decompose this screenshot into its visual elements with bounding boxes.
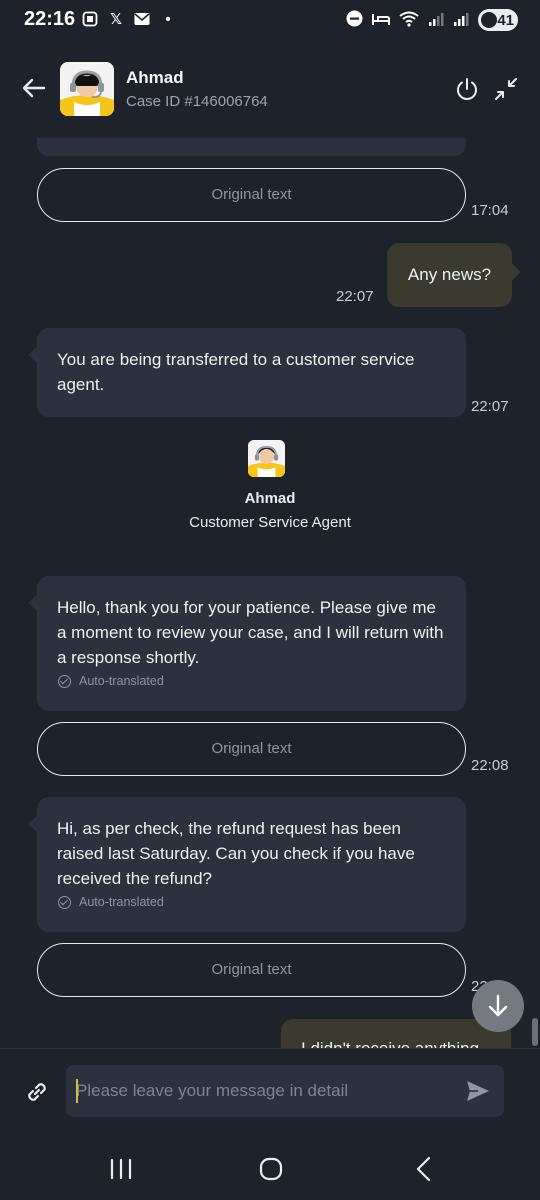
- incoming-message: Hi, as per check, the refund request has…: [37, 797, 466, 932]
- status-time: 22:16: [24, 8, 76, 30]
- home-icon[interactable]: [259, 1157, 283, 1181]
- back-arrow-icon[interactable]: [20, 74, 48, 102]
- agent-name: Ahmad: [126, 68, 184, 87]
- joined-agent-role: Customer Service Agent: [189, 514, 351, 531]
- dnd-icon: [346, 10, 363, 30]
- incoming-message-text: Hi, as per check, the refund request has…: [57, 819, 415, 888]
- system-nav-bar: [0, 1136, 540, 1200]
- incoming-message: Hello, thank you for your patience. Plea…: [37, 576, 466, 711]
- agent-avatar: [60, 62, 114, 116]
- outgoing-message-text: Any news?: [407, 265, 492, 284]
- message-list[interactable]: Original text 17:04 Any news? 22:07 You …: [0, 138, 540, 1048]
- send-icon[interactable]: [464, 1077, 492, 1105]
- arrow-down-icon: [488, 994, 508, 1017]
- screenshot-icon: [82, 11, 98, 27]
- message-input-container: [66, 1065, 504, 1117]
- scrollbar[interactable]: [532, 1018, 538, 1046]
- outgoing-message-text: I didn't receive anything: [301, 1039, 479, 1048]
- auto-translated-text: Auto-translated: [79, 674, 164, 688]
- message-composer: [0, 1048, 540, 1136]
- system-icons: 41: [346, 9, 518, 31]
- x-app-icon: 𝕏: [109, 11, 123, 28]
- signal-2-icon: [453, 11, 469, 30]
- recent-apps-icon[interactable]: [108, 1158, 134, 1180]
- attach-link-icon[interactable]: [22, 1077, 52, 1107]
- chat-header: Ahmad Case ID #146006764: [0, 40, 540, 138]
- bubble-tail: [511, 263, 521, 281]
- auto-translated-label: Auto-translated: [58, 895, 164, 909]
- battery-indicator: 41: [478, 9, 518, 31]
- original-text-button[interactable]: Original text: [37, 168, 466, 222]
- incoming-message-text: You are being transferred to a customer …: [57, 350, 415, 394]
- auto-translated-text: Auto-translated: [79, 895, 164, 909]
- message-time: 22:07: [336, 288, 374, 305]
- outgoing-message-partial: I didn't receive anything: [281, 1019, 511, 1048]
- message-input[interactable]: [66, 1065, 446, 1117]
- joined-agent-name: Ahmad: [244, 490, 296, 507]
- power-saving-icon: [481, 12, 497, 28]
- mail-icon: [134, 11, 150, 27]
- status-bar: 22:16 𝕏 • 41: [0, 0, 540, 40]
- message-bubble-partial: [37, 138, 466, 156]
- check-circle-icon: [58, 895, 71, 909]
- wifi-icon: [399, 11, 419, 30]
- agent-avatar-small: [248, 440, 285, 477]
- notification-icons: 𝕏 •: [82, 10, 176, 28]
- power-icon[interactable]: [454, 76, 480, 102]
- collapse-icon[interactable]: [493, 76, 519, 102]
- original-text-button[interactable]: Original text: [37, 943, 466, 997]
- outgoing-message: Any news?: [387, 243, 512, 307]
- sleep-mode-icon: [372, 11, 390, 30]
- auto-translated-label: Auto-translated: [58, 674, 164, 688]
- chat-screen: 22:16 𝕏 • 41 Ahmad Case ID #146006764 Or…: [0, 0, 540, 1200]
- check-circle-icon: [58, 674, 71, 688]
- incoming-message: You are being transferred to a customer …: [37, 328, 466, 417]
- scroll-to-bottom-button[interactable]: [472, 980, 524, 1032]
- original-text-button[interactable]: Original text: [37, 722, 466, 776]
- dot-icon: •: [165, 10, 171, 28]
- text-cursor: [76, 1079, 78, 1103]
- case-id: Case ID #146006764: [126, 93, 268, 110]
- incoming-message-text: Hello, thank you for your patience. Plea…: [57, 598, 444, 667]
- message-time: 22:08: [471, 757, 509, 774]
- battery-level: 41: [497, 11, 514, 29]
- signal-1-icon: [428, 11, 444, 30]
- nav-back-icon[interactable]: [412, 1156, 434, 1182]
- message-time: 17:04: [471, 202, 509, 219]
- message-time: 22:07: [471, 398, 509, 415]
